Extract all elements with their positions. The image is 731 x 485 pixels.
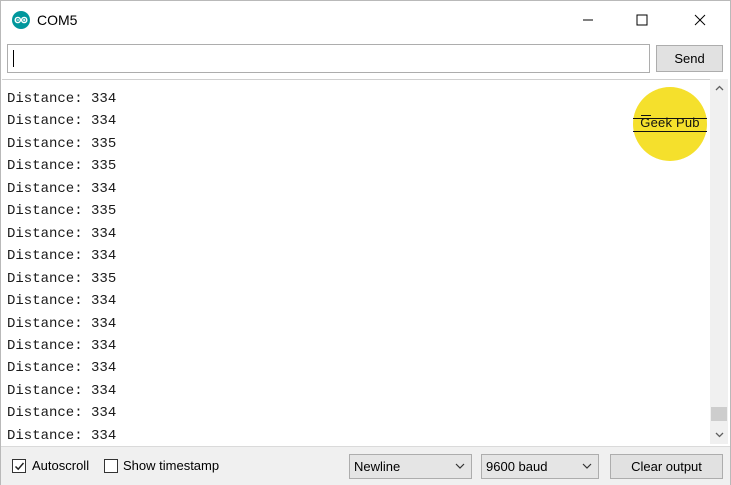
line-ending-value: Newline [354, 459, 401, 474]
maximize-icon [636, 14, 648, 26]
minimize-icon [583, 19, 593, 21]
output-line: Distance: 334 [7, 113, 117, 130]
autoscroll-label[interactable]: Autoscroll [32, 458, 89, 474]
chevron-down-icon [715, 432, 723, 438]
output-line: Distance: 334 [7, 91, 117, 107]
output-line: Distance: 334 [7, 180, 117, 197]
chevron-down-icon [455, 463, 465, 469]
close-button[interactable] [677, 1, 723, 39]
baud-rate-value: 9600 baud [486, 459, 548, 474]
title-bar[interactable]: COM5 [1, 1, 730, 39]
checkmark-icon [14, 462, 25, 471]
output-line: Distance: 335 [7, 203, 117, 220]
output-scrollbar[interactable] [710, 79, 728, 444]
output-line: Distance: 335 [7, 270, 117, 287]
serial-monitor-window: COM5 Send Distance: 334 Distance: 334 Dist… [0, 0, 731, 485]
arduino-icon [12, 11, 30, 29]
output-line: Distance: 334 [7, 248, 117, 265]
scrollbar-thumb[interactable] [711, 407, 727, 421]
maximize-button[interactable] [619, 1, 665, 39]
output-line: Distance: 334 [7, 427, 117, 444]
output-line: Distance: 335 [7, 158, 117, 175]
serial-output[interactable]: Distance: 334 Distance: 334 Distance: 335 D… [2, 79, 710, 444]
logo-rule-bottom [633, 131, 707, 132]
send-button[interactable]: Send [656, 45, 723, 72]
output-line: Distance: 334 [7, 405, 117, 422]
text-caret [13, 50, 14, 67]
output-line: Distance: 334 [7, 382, 117, 399]
scroll-down-button[interactable] [710, 426, 728, 444]
show-timestamp-checkbox[interactable] [104, 459, 118, 473]
window-title: COM5 [37, 12, 78, 28]
logo-text: Geek Pub [640, 115, 700, 130]
output-line: Distance: 335 [7, 135, 117, 152]
chevron-down-icon [582, 463, 592, 469]
bottom-toolbar: Autoscroll Show timestamp Newline 9600 b… [1, 446, 730, 485]
output-line: Distance: 334 [7, 337, 117, 354]
output-line: Distance: 334 [7, 360, 117, 377]
geek-pub-logo: Geek Pub [633, 87, 707, 161]
output-line: Distance: 334 [7, 315, 117, 332]
scroll-up-button[interactable] [710, 79, 728, 97]
clear-output-button[interactable]: Clear output [610, 454, 723, 479]
close-icon [694, 14, 706, 26]
minimize-button[interactable] [565, 1, 611, 39]
serial-input[interactable] [7, 44, 650, 73]
show-timestamp-label[interactable]: Show timestamp [123, 458, 219, 474]
chevron-up-icon [715, 85, 723, 91]
output-line: Distance: 334 [7, 293, 117, 310]
baud-rate-select[interactable]: 9600 baud [481, 454, 599, 479]
output-line: Distance: 334 [7, 225, 117, 242]
autoscroll-checkbox[interactable] [12, 459, 26, 473]
line-ending-select[interactable]: Newline [349, 454, 472, 479]
